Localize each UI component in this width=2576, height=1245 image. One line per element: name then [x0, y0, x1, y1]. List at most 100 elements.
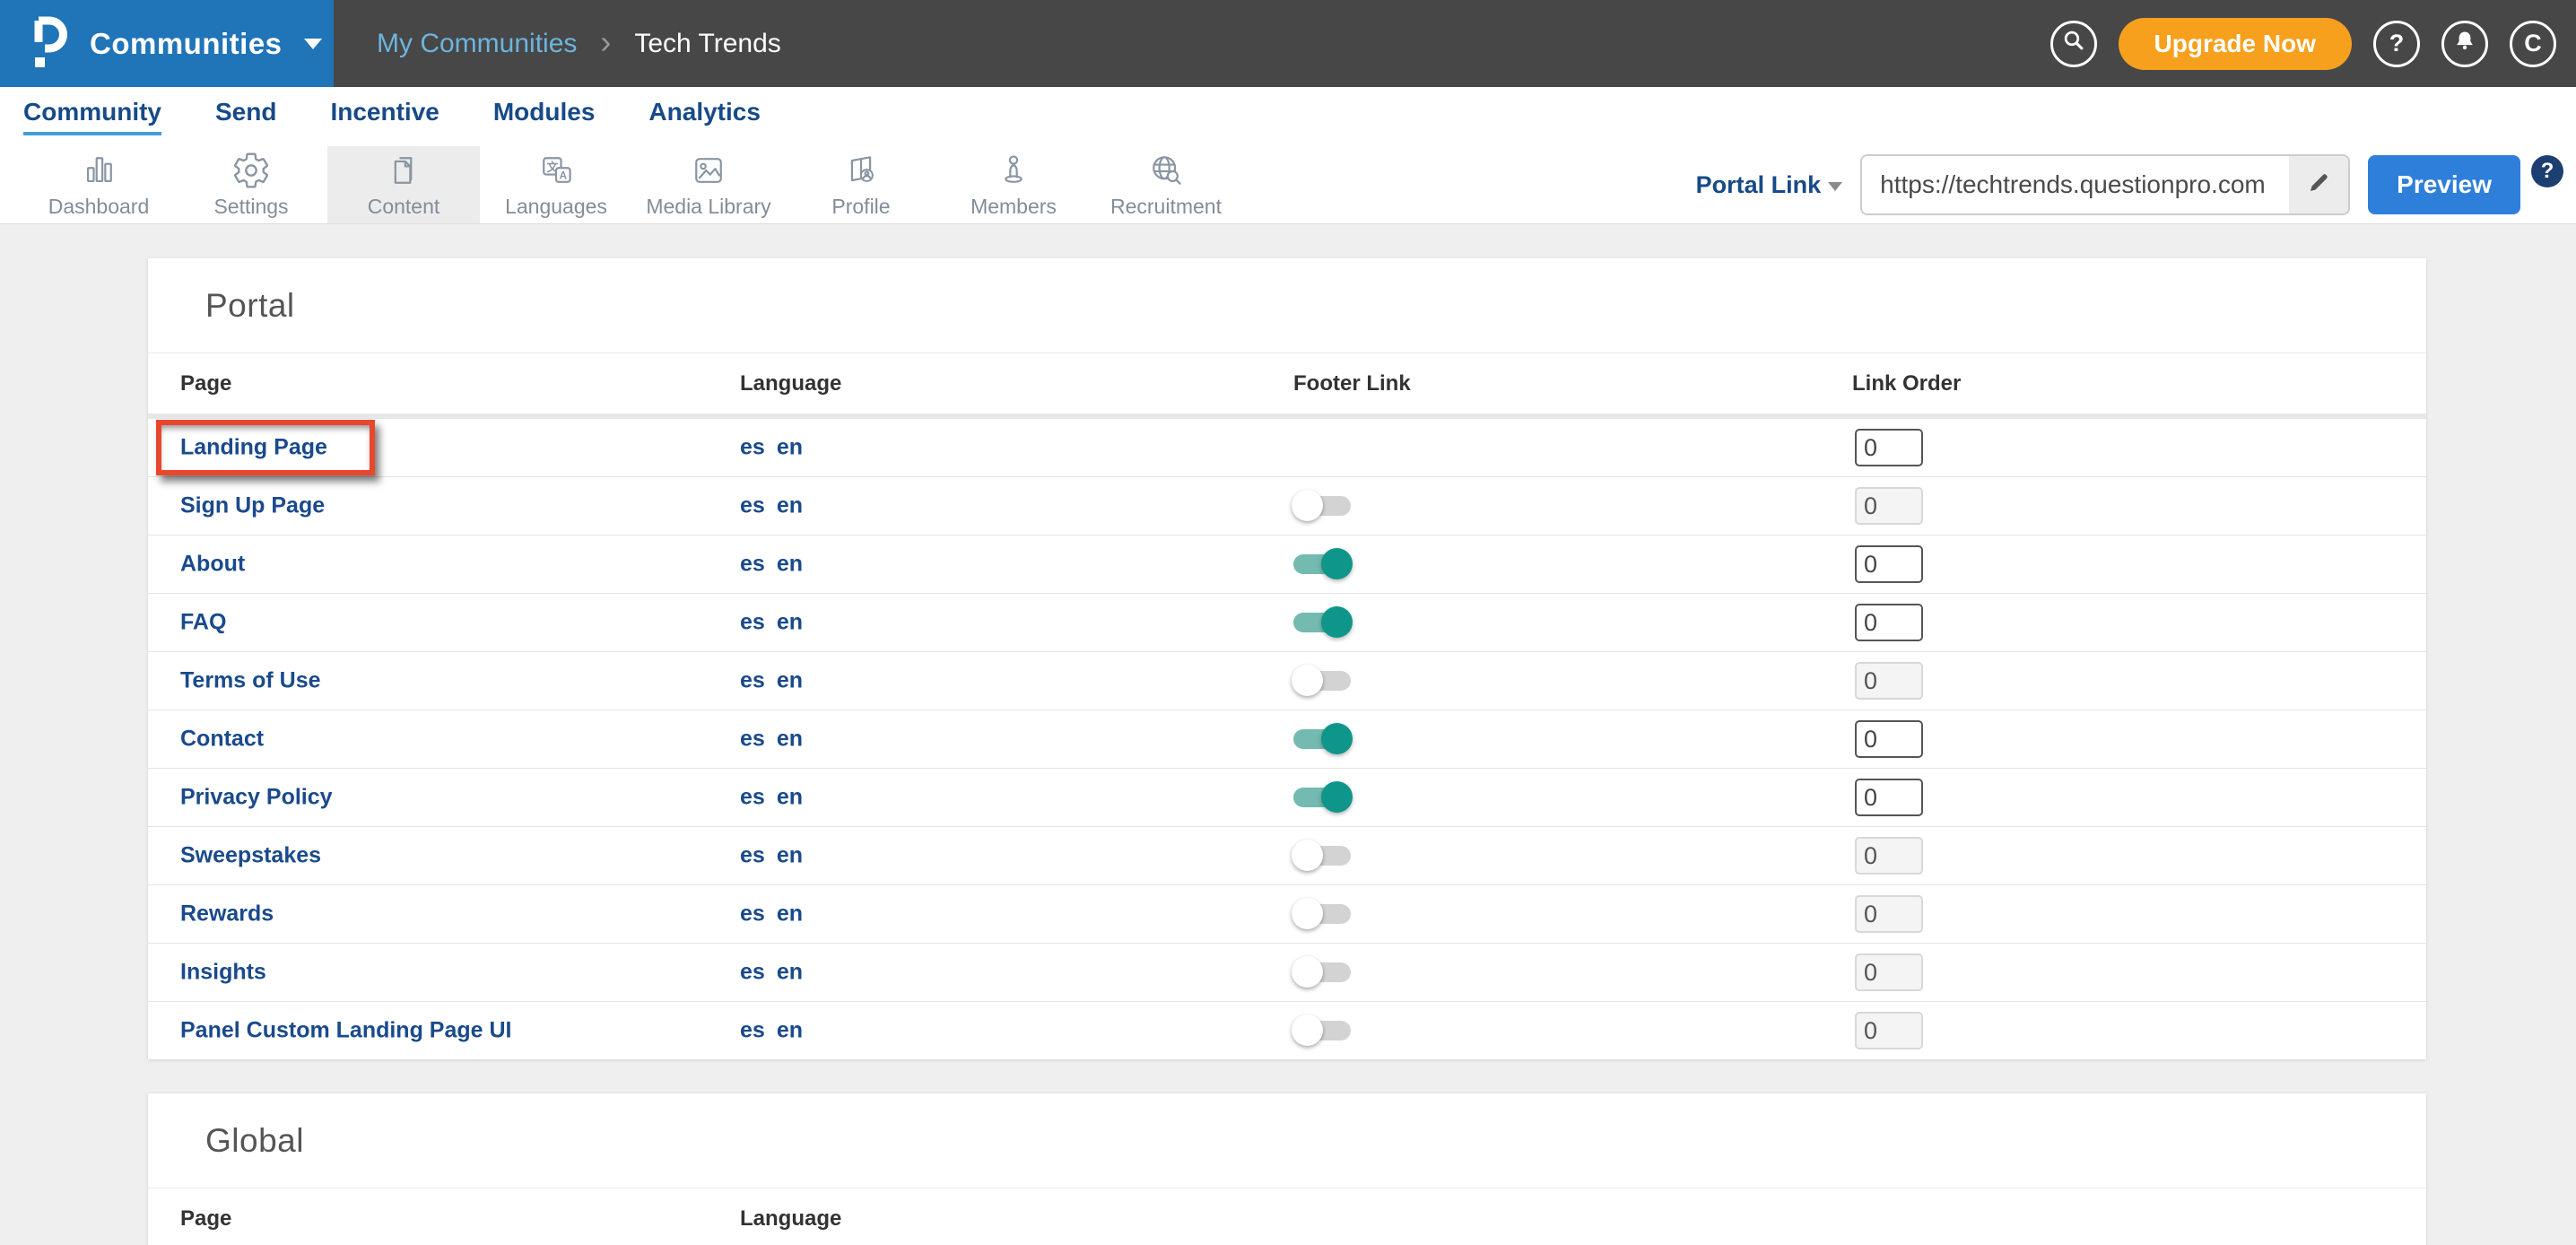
footer-link-toggle[interactable]	[1293, 1021, 1351, 1040]
portal-section-title: Portal	[148, 258, 2426, 353]
toolbar-item-members[interactable]: Members	[937, 146, 1090, 223]
language-link-es[interactable]: es	[740, 727, 765, 753]
footer-link-toggle[interactable]	[1293, 962, 1351, 982]
language-link-en[interactable]: en	[777, 785, 803, 811]
chevron-down-icon	[304, 39, 322, 49]
language-link-en[interactable]: en	[777, 552, 803, 578]
tab-incentive[interactable]: Incentive	[330, 98, 439, 135]
language-link-es[interactable]: es	[740, 901, 765, 927]
footer-link-toggle[interactable]	[1293, 554, 1351, 574]
language-links: es en	[740, 960, 803, 986]
notifications-button[interactable]	[2441, 21, 2488, 67]
page-link[interactable]: Sign Up Page	[180, 493, 325, 519]
link-order-input[interactable]	[1855, 429, 1923, 466]
language-link-es[interactable]: es	[740, 610, 765, 636]
toolbar-item-dashboard[interactable]: Dashboard	[22, 146, 175, 223]
link-order-input	[1855, 837, 1923, 875]
pages-icon	[384, 151, 423, 190]
footer-link-toggle[interactable]	[1293, 904, 1351, 924]
tab-community[interactable]: Community	[23, 98, 161, 135]
page-link[interactable]: Insights	[180, 960, 266, 986]
language-link-es[interactable]: es	[740, 785, 765, 811]
bell-icon	[2452, 28, 2477, 59]
table-row: Sweepstakes es en	[148, 827, 2426, 885]
toolbar-right: Portal Link Preview ?	[1696, 146, 2563, 223]
link-order-input[interactable]	[1855, 779, 1923, 816]
toolbar-item-languages[interactable]: 文ALanguages	[480, 146, 632, 223]
page-link[interactable]: Landing Page	[180, 435, 327, 461]
language-link-en[interactable]: en	[777, 493, 803, 519]
page-link[interactable]: About	[180, 552, 245, 578]
link-order-input[interactable]	[1855, 604, 1923, 641]
tab-analytics[interactable]: Analytics	[648, 98, 761, 135]
language-link-en[interactable]: en	[777, 960, 803, 986]
footer-link-toggle[interactable]	[1293, 788, 1351, 807]
toolbar-item-label: Members	[970, 195, 1057, 219]
table-row: Insights es en	[148, 944, 2426, 1002]
page-link[interactable]: Terms of Use	[180, 668, 321, 694]
primary-nav: Community Send Incentive Modules Analytics	[0, 87, 2576, 146]
upgrade-now-button[interactable]: Upgrade Now	[2119, 18, 2352, 70]
preview-button[interactable]: Preview	[2368, 155, 2520, 214]
page-link[interactable]: FAQ	[180, 610, 226, 636]
column-header-link-order: Link Order	[1852, 371, 1961, 396]
toolbar-item-settings[interactable]: Settings	[175, 146, 327, 223]
questionpro-logo-icon	[27, 13, 72, 74]
footer-link-toggle[interactable]	[1293, 729, 1351, 749]
footer-link-toggle[interactable]	[1293, 846, 1351, 866]
link-order-input[interactable]	[1855, 545, 1923, 583]
page-link[interactable]: Sweepstakes	[180, 843, 321, 869]
footer-link-toggle[interactable]	[1293, 671, 1351, 691]
portal-url-input[interactable]	[1862, 156, 2289, 213]
avatar[interactable]: C	[2510, 21, 2556, 67]
tab-send[interactable]: Send	[215, 98, 276, 135]
language-link-es[interactable]: es	[740, 493, 765, 519]
gear-icon	[231, 151, 271, 190]
toolbar-item-profile[interactable]: Profile	[785, 146, 937, 223]
link-order-input[interactable]	[1855, 720, 1923, 758]
page-link[interactable]: Panel Custom Landing Page UI	[180, 1018, 512, 1044]
toolbar-item-recruitment[interactable]: Recruitment	[1090, 146, 1242, 223]
language-link-es[interactable]: es	[740, 552, 765, 578]
product-switcher[interactable]: Communities	[0, 0, 334, 87]
help-button[interactable]: ?	[2373, 21, 2420, 67]
search-button[interactable]	[2050, 21, 2097, 67]
toolbar-item-content[interactable]: Content	[327, 146, 480, 223]
language-link-en[interactable]: en	[777, 901, 803, 927]
column-header-language: Language	[740, 1206, 841, 1232]
language-link-en[interactable]: en	[777, 435, 803, 461]
table-row: Panel Custom Landing Page UI es en	[148, 1002, 2426, 1059]
language-link-es[interactable]: es	[740, 435, 765, 461]
language-link-es[interactable]: es	[740, 1018, 765, 1044]
language-link-es[interactable]: es	[740, 843, 765, 869]
page-link[interactable]: Contact	[180, 727, 264, 753]
toolbar-item-media-library[interactable]: Media Library	[632, 146, 785, 223]
language-link-en[interactable]: en	[777, 610, 803, 636]
language-link-es[interactable]: es	[740, 960, 765, 986]
language-links: es en	[740, 552, 803, 578]
global-table-header: Page Language	[148, 1188, 2426, 1245]
footer-link-toggle[interactable]	[1293, 496, 1351, 516]
toolbar-item-label: Recruitment	[1110, 195, 1222, 219]
portal-link-dropdown[interactable]: Portal Link	[1696, 171, 1843, 199]
toolbar-item-label: Content	[368, 195, 440, 219]
table-row: FAQ es en	[148, 594, 2426, 652]
toolbar-item-label: Settings	[213, 195, 288, 219]
table-row: About es en	[148, 535, 2426, 594]
tab-modules[interactable]: Modules	[493, 98, 596, 135]
language-link-en[interactable]: en	[777, 1018, 803, 1044]
breadcrumb-my-communities[interactable]: My Communities	[377, 29, 577, 59]
page-link[interactable]: Privacy Policy	[180, 785, 333, 811]
page-link[interactable]: Rewards	[180, 901, 274, 927]
toggle-knob	[1292, 490, 1323, 521]
language-link-en[interactable]: en	[777, 668, 803, 694]
toggle-knob	[1292, 956, 1323, 988]
portal-help-icon[interactable]: ?	[2531, 155, 2563, 187]
member-icon	[994, 151, 1033, 190]
language-link-en[interactable]: en	[777, 727, 803, 753]
footer-link-toggle[interactable]	[1293, 613, 1351, 632]
language-link-en[interactable]: en	[777, 843, 803, 869]
language-link-es[interactable]: es	[740, 668, 765, 694]
table-row: Privacy Policy es en	[148, 769, 2426, 827]
edit-url-button[interactable]	[2289, 156, 2348, 213]
